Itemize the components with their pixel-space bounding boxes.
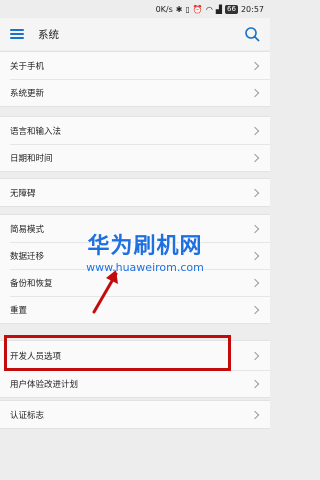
settings-item-label: 系统更新 bbox=[10, 88, 45, 99]
settings-item-system-update[interactable]: 系统更新 bbox=[0, 79, 270, 106]
settings-item-backup-restore[interactable]: 备份和恢复 bbox=[0, 269, 270, 296]
page-title: 系统 bbox=[38, 28, 59, 41]
settings-item-label: 数据迁移 bbox=[10, 251, 45, 262]
settings-item-label: 关于手机 bbox=[10, 61, 45, 72]
chevron-right-icon bbox=[250, 153, 260, 162]
settings-item-label: 简易模式 bbox=[10, 224, 45, 235]
settings-item-label: 开发人员选项 bbox=[10, 351, 62, 362]
settings-item-data-migration[interactable]: 数据迁移 bbox=[0, 242, 270, 269]
vibrate-icon: ▯ bbox=[185, 4, 190, 14]
chevron-right-icon bbox=[250, 351, 260, 360]
settings-group-locale: 语言和输入法 日期和时间 bbox=[0, 116, 270, 172]
settings-item-date-time[interactable]: 日期和时间 bbox=[0, 144, 270, 171]
settings-item-reset[interactable]: 重置 bbox=[0, 296, 270, 323]
chevron-right-icon bbox=[250, 61, 260, 70]
settings-item-about-phone[interactable]: 关于手机 bbox=[0, 52, 270, 79]
settings-item-developer-options[interactable]: 开发人员选项 bbox=[0, 341, 270, 370]
settings-item-label: 无障碍 bbox=[10, 188, 36, 199]
settings-item-label: 重置 bbox=[10, 305, 28, 316]
settings-item-label: 日期和时间 bbox=[10, 153, 53, 164]
chevron-right-icon bbox=[250, 305, 260, 314]
chevron-right-icon bbox=[250, 278, 260, 287]
settings-item-accessibility[interactable]: 无障碍 bbox=[0, 179, 270, 206]
chevron-right-icon bbox=[250, 410, 260, 419]
wifi-icon: ◠ bbox=[205, 4, 213, 14]
chevron-right-icon bbox=[250, 126, 260, 135]
settings-item-simple-mode[interactable]: 简易模式 bbox=[0, 215, 270, 242]
settings-item-label: 语言和输入法 bbox=[10, 126, 62, 137]
chevron-right-icon bbox=[250, 224, 260, 233]
settings-item-label: 备份和恢复 bbox=[10, 278, 53, 289]
settings-group-maintenance: 简易模式 数据迁移 备份和恢复 重置 bbox=[0, 214, 270, 324]
chevron-right-icon bbox=[250, 188, 260, 197]
settings-item-certification[interactable]: 认证标志 bbox=[0, 401, 270, 428]
settings-item-user-experience[interactable]: 用户体验改进计划 bbox=[0, 370, 270, 397]
alarm-icon: ⏰ bbox=[192, 4, 203, 14]
menu-icon[interactable] bbox=[10, 27, 28, 41]
settings-item-label: 用户体验改进计划 bbox=[10, 379, 79, 390]
bluetooth-icon: ✱ bbox=[175, 4, 183, 14]
settings-group-device: 关于手机 系统更新 bbox=[0, 51, 270, 107]
search-icon[interactable] bbox=[244, 26, 260, 42]
settings-group-developer: 开发人员选项 用户体验改进计划 bbox=[0, 340, 270, 398]
chevron-right-icon bbox=[250, 379, 260, 388]
battery-indicator: 66 bbox=[225, 4, 238, 14]
chevron-right-icon bbox=[250, 88, 260, 97]
network-speed: 0K/s bbox=[155, 4, 173, 14]
settings-group-certification: 认证标志 bbox=[0, 400, 270, 429]
app-bar: 系统 bbox=[0, 18, 270, 50]
clock: 20:57 bbox=[240, 4, 264, 14]
chevron-right-icon bbox=[250, 251, 260, 260]
status-bar: 0K/s ✱ ▯ ⏰ ◠ ▟ 66 20:57 bbox=[0, 0, 270, 18]
cell-signal-icon: ▟ bbox=[215, 4, 223, 14]
settings-item-label: 认证标志 bbox=[10, 410, 45, 421]
settings-item-language-input[interactable]: 语言和输入法 bbox=[0, 117, 270, 144]
settings-group-accessibility: 无障碍 bbox=[0, 178, 270, 207]
